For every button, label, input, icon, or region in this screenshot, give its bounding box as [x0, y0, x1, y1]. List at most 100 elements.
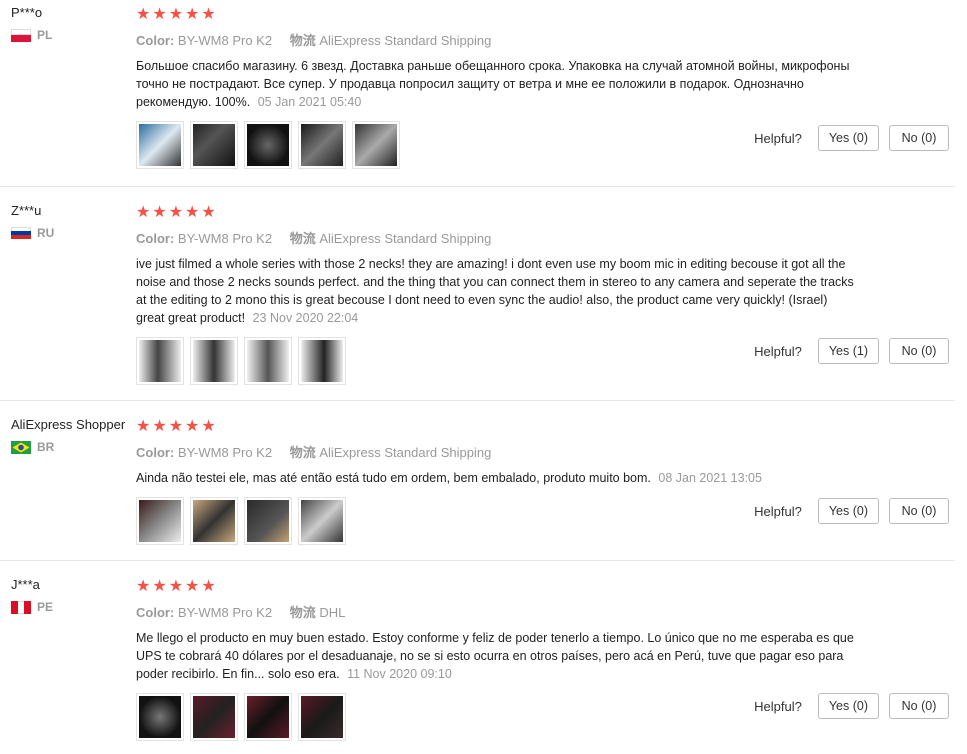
- flag-br-icon: [11, 440, 31, 454]
- feedback-item: P***o PL ★ ★ ★ ★ ★ Color: BY-WM8 Pro K2 物流 A…: [0, 0, 955, 187]
- review-photo[interactable]: [244, 693, 292, 741]
- star-icon: ★: [185, 204, 200, 221]
- feedback-user: Z***u RU: [11, 202, 135, 240]
- flag-ru-icon: [11, 226, 31, 240]
- country: PL: [11, 28, 135, 42]
- helpful-label: Helpful?: [754, 698, 802, 714]
- helpful-label: Helpful?: [754, 343, 802, 359]
- star-icon: ★: [152, 578, 167, 595]
- helpful-vote: Helpful? Yes (0) No (0): [754, 125, 949, 151]
- star-icon: ★: [168, 6, 184, 23]
- feedback-body: ★ ★ ★ ★ ★ Color: BY-WM8 Pro K2 物流 AliExpress…: [136, 6, 856, 169]
- user-name: P***o: [11, 5, 43, 20]
- review-date: 08 Jan 2021 13:05: [658, 471, 762, 485]
- review-photo[interactable]: [190, 337, 238, 385]
- feedback-item: J***a PE ★ ★ ★ ★ ★ Color: BY-WM8 Pro K2 物流 D…: [0, 561, 955, 754]
- star-icon: ★: [152, 6, 167, 23]
- color-label: Color:: [136, 231, 175, 246]
- star-icon: ★: [136, 578, 151, 595]
- shipping-value: AliExpress Standard Shipping: [319, 231, 492, 246]
- helpful-no-button[interactable]: No (0): [889, 125, 949, 151]
- review-photo[interactable]: [136, 121, 184, 169]
- review-photos: [136, 121, 856, 169]
- star-icon: ★: [136, 6, 151, 23]
- star-rating: ★ ★ ★ ★ ★: [136, 204, 856, 222]
- helpful-yes-button[interactable]: Yes (0): [817, 693, 879, 719]
- review-photo[interactable]: [298, 497, 346, 545]
- review-photo[interactable]: [244, 121, 292, 169]
- review-text: Большое спасибо магазину. 6 звезд. Доста…: [136, 59, 850, 109]
- country-code: PL: [37, 28, 53, 42]
- review-content: Ainda não testei ele, mas até então está…: [136, 469, 856, 487]
- shipping-value: AliExpress Standard Shipping: [319, 33, 492, 48]
- review-photos: [136, 693, 856, 741]
- review-text: ive just filmed a whole series with thos…: [136, 257, 854, 325]
- helpful-label: Helpful?: [754, 130, 802, 146]
- review-photo[interactable]: [136, 693, 184, 741]
- helpful-vote: Helpful? Yes (0) No (0): [754, 498, 949, 524]
- star-icon: ★: [185, 578, 200, 595]
- shipping-label: 物流: [289, 231, 316, 246]
- feedback-body: ★ ★ ★ ★ ★ Color: BY-WM8 Pro K2 物流 AliExpress…: [136, 418, 856, 545]
- star-icon: ★: [185, 6, 200, 23]
- review-photo[interactable]: [190, 497, 238, 545]
- review-text: Me llego el producto en muy buen estado.…: [136, 631, 854, 681]
- helpful-no-button[interactable]: No (0): [889, 338, 949, 364]
- review-photo[interactable]: [298, 693, 346, 741]
- star-rating: ★ ★ ★ ★ ★: [136, 578, 856, 596]
- review-text: Ainda não testei ele, mas até então está…: [136, 471, 651, 485]
- review-content: Большое спасибо магазину. 6 звезд. Доста…: [136, 57, 856, 111]
- helpful-no-button[interactable]: No (0): [889, 498, 949, 524]
- review-photo[interactable]: [352, 121, 400, 169]
- color-label: Color:: [136, 33, 175, 48]
- helpful-yes-button[interactable]: Yes (1): [817, 338, 879, 364]
- star-rating: ★ ★ ★ ★ ★: [136, 6, 856, 24]
- feedback-item: AliExpress Shopper BR ★ ★ ★ ★ ★ Color: BY-WM…: [0, 401, 955, 561]
- review-date: 05 Jan 2021 05:40: [257, 95, 362, 109]
- star-icon: ★: [201, 578, 216, 595]
- shipping-label: 物流: [289, 605, 316, 620]
- shipping-value: DHL: [319, 605, 346, 620]
- user-name: AliExpress Shopper: [11, 417, 126, 432]
- color-value: BY-WM8 Pro K2: [177, 605, 273, 620]
- star-icon: ★: [168, 204, 184, 221]
- helpful-vote: Helpful? Yes (0) No (0): [754, 693, 949, 719]
- shipping-value: AliExpress Standard Shipping: [319, 445, 492, 460]
- country-code: RU: [37, 226, 55, 240]
- order-info: Color: BY-WM8 Pro K2 物流 AliExpress Stand…: [136, 444, 856, 462]
- review-photo[interactable]: [244, 337, 292, 385]
- helpful-label: Helpful?: [754, 503, 802, 519]
- feedback-user: AliExpress Shopper BR: [11, 416, 135, 454]
- color-label: Color:: [136, 445, 175, 460]
- feedback-body: ★ ★ ★ ★ ★ Color: BY-WM8 Pro K2 物流 AliExpress…: [136, 204, 856, 385]
- review-photo[interactable]: [136, 337, 184, 385]
- review-content: Me llego el producto en muy buen estado.…: [136, 629, 856, 683]
- review-photo[interactable]: [190, 121, 238, 169]
- review-photo[interactable]: [298, 121, 346, 169]
- review-photo[interactable]: [190, 693, 238, 741]
- order-info: Color: BY-WM8 Pro K2 物流 AliExpress Stand…: [136, 32, 856, 50]
- review-photos: [136, 497, 856, 545]
- country: PE: [11, 600, 135, 614]
- country-code: BR: [37, 440, 55, 454]
- review-content: ive just filmed a whole series with thos…: [136, 255, 856, 327]
- review-photo[interactable]: [298, 337, 346, 385]
- flag-br-shape: [12, 442, 30, 452]
- star-icon: ★: [168, 578, 184, 595]
- review-photo[interactable]: [244, 497, 292, 545]
- helpful-yes-button[interactable]: Yes (0): [817, 125, 879, 151]
- review-photos: [136, 337, 856, 385]
- star-icon: ★: [201, 6, 216, 23]
- feedback-body: ★ ★ ★ ★ ★ Color: BY-WM8 Pro K2 物流 DHL Me lle…: [136, 578, 856, 741]
- helpful-yes-button[interactable]: Yes (0): [817, 498, 879, 524]
- review-date: 11 Nov 2020 09:10: [347, 667, 452, 681]
- user-name: Z***u: [11, 203, 42, 218]
- order-info: Color: BY-WM8 Pro K2 物流 AliExpress Stand…: [136, 230, 856, 248]
- feedback-item: Z***u RU ★ ★ ★ ★ ★ Color: BY-WM8 Pro K2 物流 A…: [0, 187, 955, 401]
- color-value: BY-WM8 Pro K2: [177, 231, 273, 246]
- helpful-no-button[interactable]: No (0): [889, 693, 949, 719]
- star-icon: ★: [201, 418, 216, 435]
- order-info: Color: BY-WM8 Pro K2 物流 DHL: [136, 604, 856, 622]
- helpful-vote: Helpful? Yes (1) No (0): [754, 338, 949, 364]
- review-photo[interactable]: [136, 497, 184, 545]
